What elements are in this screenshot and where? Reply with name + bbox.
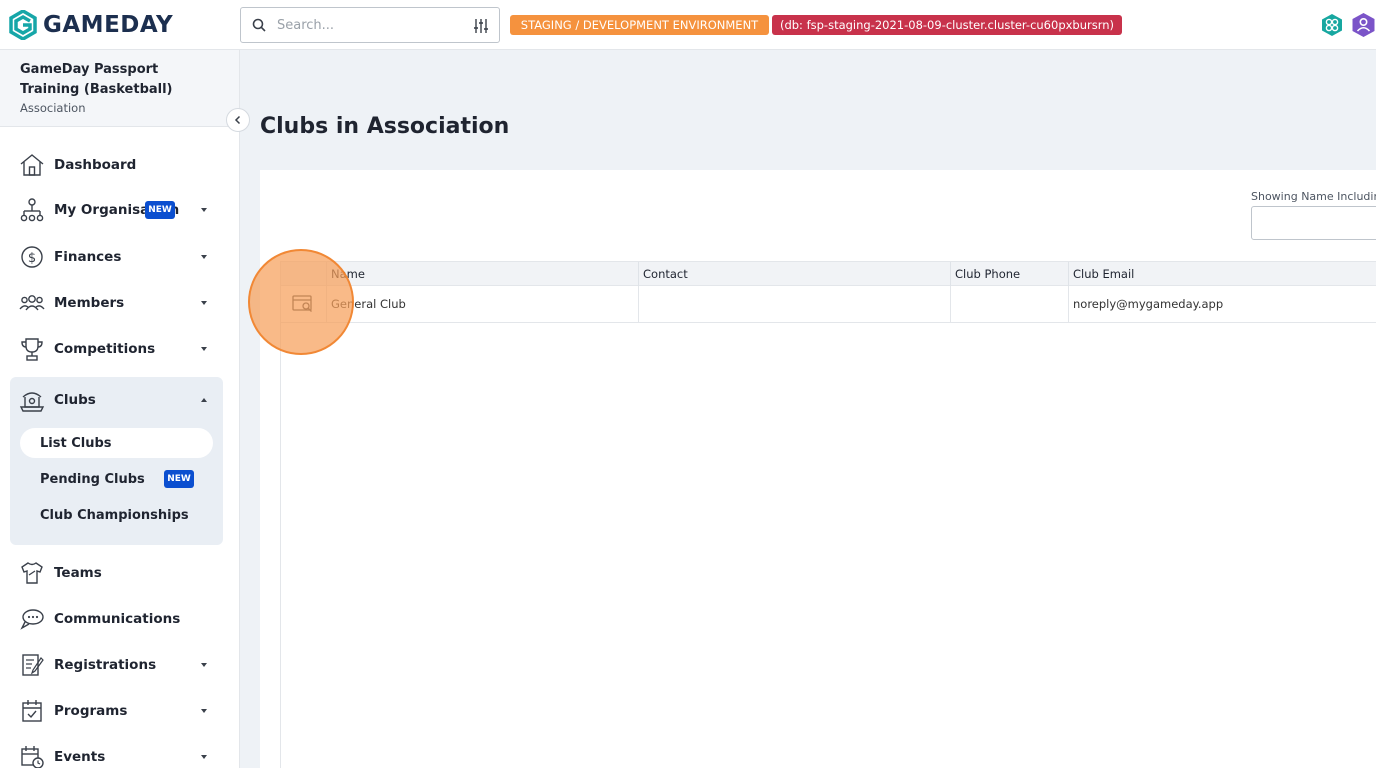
sidebar-item-members[interactable]: Members	[10, 283, 223, 323]
home-icon	[20, 154, 44, 176]
org-chart-icon	[20, 198, 44, 222]
sidebar-item-label: Communications	[54, 611, 181, 627]
column-header-name[interactable]: Name	[327, 262, 639, 286]
row-actions-cell	[281, 286, 327, 322]
user-account-icon[interactable]	[1351, 12, 1376, 38]
view-details-icon[interactable]	[292, 295, 314, 313]
caret-down-icon	[201, 208, 207, 212]
clubs-table: Name Contact Club Phone Club Email Gener…	[280, 261, 1376, 768]
logo-text: GAMEDAY	[43, 12, 174, 38]
sidebar-item-competitions[interactable]: Competitions	[10, 329, 223, 369]
organisation-type: Association	[20, 101, 86, 115]
chevron-left-icon	[234, 115, 241, 125]
sidebar-subitem-club-championships[interactable]: Club Championships	[20, 500, 213, 530]
sidebar-item-dashboard[interactable]: Dashboard	[10, 145, 223, 185]
form-icon	[22, 654, 44, 676]
app-switcher-icon[interactable]	[1320, 13, 1344, 37]
global-search[interactable]	[240, 7, 500, 43]
dollar-icon: $	[21, 246, 43, 268]
sidebar-subitem-label: Pending Clubs	[40, 471, 145, 487]
column-header-actions	[281, 262, 327, 286]
gameday-logo-mark-icon	[9, 10, 37, 40]
page-title: Clubs in Association	[260, 114, 510, 139]
sidebar-item-label: Dashboard	[54, 157, 137, 173]
caret-down-icon	[201, 663, 207, 667]
sidebar-item-finances[interactable]: $ Finances	[10, 237, 223, 277]
column-header-club-email[interactable]: Club Email	[1069, 262, 1376, 286]
caret-down-icon	[201, 347, 207, 351]
sidebar-subitem-pending-clubs[interactable]: Pending Clubs NEW	[20, 464, 213, 494]
organisation-panel: GameDay Passport Training (Basketball) A…	[0, 50, 239, 127]
collapse-sidebar-button[interactable]	[226, 108, 250, 132]
sidebar-item-registrations[interactable]: Registrations	[10, 645, 223, 685]
cell-club-email: noreply@mygameday.app	[1073, 297, 1224, 311]
sidebar-subitem-label: List Clubs	[40, 435, 112, 451]
sidebar: GameDay Passport Training (Basketball) A…	[0, 50, 240, 768]
filter-sliders-icon[interactable]	[473, 18, 489, 34]
sidebar-item-label: Finances	[54, 249, 122, 265]
sidebar-item-programs[interactable]: Programs	[10, 691, 223, 731]
search-icon	[252, 18, 266, 32]
new-badge: NEW	[145, 201, 175, 219]
caret-down-icon	[201, 301, 207, 305]
sidebar-item-label: Competitions	[54, 341, 156, 357]
cell-name: General Club	[327, 286, 639, 322]
name-filter-input[interactable]	[1251, 206, 1376, 240]
environment-badge: STAGING / DEVELOPMENT ENVIRONMENT	[510, 15, 769, 35]
sidebar-subitem-label: Club Championships	[40, 507, 189, 523]
clubs-list-card: Showing Name Including Name Contact Club…	[260, 170, 1376, 768]
search-input[interactable]	[277, 16, 467, 34]
members-icon	[19, 295, 45, 311]
sidebar-item-events[interactable]: Events	[10, 737, 223, 768]
cell-club-phone	[951, 286, 1069, 322]
svg-text:$: $	[28, 251, 36, 266]
table-header: Name Contact Club Phone Club Email	[281, 261, 1376, 286]
name-filter-label: Showing Name Including	[1251, 190, 1376, 203]
sidebar-item-clubs[interactable]: Clubs	[10, 380, 223, 420]
trophy-icon	[21, 338, 43, 361]
sidebar-item-label: Teams	[54, 565, 102, 581]
clubs-nav-group: Clubs List Clubs Pending Clubs NEW Club …	[10, 377, 223, 545]
sidebar-item-label: Programs	[54, 703, 128, 719]
sidebar-subitem-list-clubs[interactable]: List Clubs	[20, 428, 213, 458]
table-row[interactable]: General Club noreply@mygameday.app	[281, 286, 1376, 323]
calendar-clock-icon	[21, 746, 44, 768]
organisation-name: GameDay Passport Training (Basketball)	[20, 62, 173, 97]
sidebar-item-label: Events	[54, 749, 106, 765]
sidebar-item-communications[interactable]: Communications	[10, 599, 223, 639]
top-header: GAMEDAY STAGING / DEVELOPMENT ENVIRONMEN…	[0, 0, 1376, 50]
sidebar-item-label: Members	[54, 295, 125, 311]
caret-down-icon	[201, 255, 207, 259]
clubs-icon	[19, 392, 45, 412]
gameday-logo[interactable]: GAMEDAY	[9, 9, 173, 41]
sidebar-item-my-organisation[interactable]: My Organisation NEW	[10, 190, 223, 230]
caret-down-icon	[201, 755, 207, 759]
database-badge: (db: fsp-staging-2021-08-09-cluster.clus…	[772, 15, 1122, 35]
calendar-check-icon	[22, 700, 42, 722]
sidebar-item-teams[interactable]: Teams	[10, 553, 223, 593]
sidebar-item-label: Registrations	[54, 657, 157, 673]
column-header-club-phone[interactable]: Club Phone	[951, 262, 1069, 286]
caret-up-icon	[201, 398, 207, 402]
caret-down-icon	[201, 709, 207, 713]
new-badge: NEW	[164, 470, 194, 488]
sidebar-item-label: Clubs	[54, 392, 96, 408]
jersey-icon	[21, 562, 43, 584]
column-header-contact[interactable]: Contact	[639, 262, 951, 286]
cell-contact	[639, 286, 951, 322]
chat-icon	[20, 609, 44, 630]
